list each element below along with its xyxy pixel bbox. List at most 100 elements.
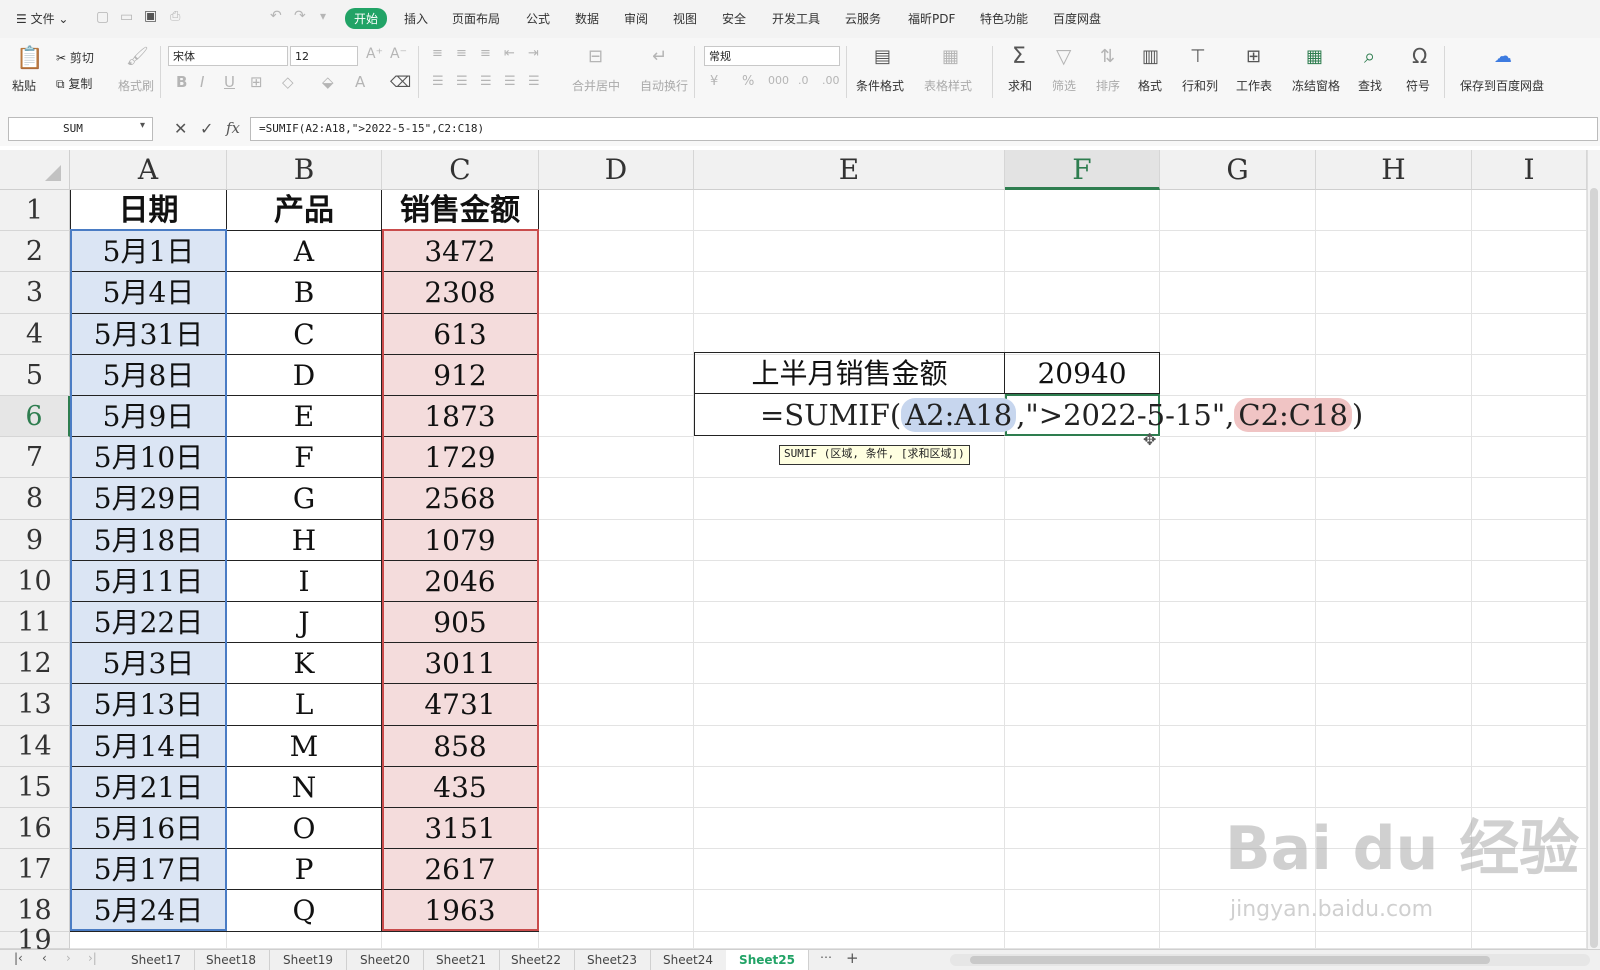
- tab-security[interactable]: 安全: [722, 10, 746, 27]
- worksheet-icon[interactable]: ⊞: [1246, 46, 1261, 67]
- empty-cell[interactable]: [382, 932, 539, 949]
- empty-cell[interactable]: [539, 520, 694, 561]
- row-header-12[interactable]: 12: [0, 643, 70, 684]
- empty-cell[interactable]: [694, 520, 1005, 561]
- data-cell[interactable]: 5月4日: [70, 272, 227, 314]
- sheet-tab-sheet24[interactable]: Sheet24: [650, 950, 727, 970]
- last-sheet-icon[interactable]: ›|: [88, 951, 97, 965]
- data-cell[interactable]: 5月31日: [70, 314, 227, 355]
- indent-increase-icon[interactable]: ⇥: [528, 46, 539, 61]
- file-menu[interactable]: ☰ 文件 ⌄: [16, 10, 68, 27]
- empty-cell[interactable]: [1005, 478, 1160, 520]
- col-header-c[interactable]: C: [382, 150, 539, 190]
- empty-cell[interactable]: [70, 932, 227, 949]
- row-col-icon[interactable]: ⊤: [1190, 46, 1206, 67]
- data-cell[interactable]: H: [227, 520, 382, 561]
- data-cell[interactable]: P: [227, 849, 382, 890]
- empty-cell[interactable]: [539, 643, 694, 684]
- row-header-14[interactable]: 14: [0, 726, 70, 767]
- paste-button[interactable]: 粘贴: [12, 77, 36, 94]
- number-format-select[interactable]: 常规: [704, 46, 840, 66]
- tab-formulas[interactable]: 公式: [526, 10, 550, 27]
- empty-cell[interactable]: [694, 231, 1005, 272]
- open-icon[interactable]: ▭: [120, 9, 133, 25]
- eraser-icon[interactable]: ⌫: [390, 73, 411, 91]
- tab-baidu-disk[interactable]: 百度网盘: [1053, 10, 1101, 27]
- empty-cell[interactable]: [1316, 272, 1472, 314]
- sort-button[interactable]: 排序: [1096, 77, 1120, 94]
- empty-cell[interactable]: [539, 396, 694, 437]
- empty-cell[interactable]: [539, 478, 694, 520]
- data-cell[interactable]: 5月3日: [70, 643, 227, 684]
- empty-cell[interactable]: [539, 808, 694, 849]
- row-header-4[interactable]: 4: [0, 314, 70, 355]
- empty-cell[interactable]: [1472, 355, 1587, 396]
- name-box-dropdown-icon[interactable]: ▾: [140, 120, 145, 131]
- empty-cell[interactable]: [539, 602, 694, 643]
- empty-cell[interactable]: [694, 684, 1005, 726]
- align-middle-icon[interactable]: ≡: [456, 46, 467, 61]
- sheet-tab-sheet22[interactable]: Sheet22: [498, 950, 575, 970]
- empty-cell[interactable]: [1316, 561, 1472, 602]
- empty-cell[interactable]: [539, 190, 694, 231]
- sheet-tab-sheet17[interactable]: Sheet17: [118, 950, 195, 970]
- select-all-corner[interactable]: [0, 150, 70, 190]
- empty-cell[interactable]: [1316, 684, 1472, 726]
- row-header-13[interactable]: 13: [0, 684, 70, 726]
- sheet-tab-sheet20[interactable]: Sheet20: [347, 950, 424, 970]
- copy-button[interactable]: ⧉ 复制: [56, 75, 92, 92]
- data-cell[interactable]: 5月14日: [70, 726, 227, 767]
- data-cell[interactable]: 2617: [382, 849, 539, 890]
- empty-cell[interactable]: [539, 561, 694, 602]
- empty-cell[interactable]: [1005, 520, 1160, 561]
- data-cell[interactable]: 912: [382, 355, 539, 396]
- empty-cell[interactable]: [539, 890, 694, 932]
- sheet-tab-sheet23[interactable]: Sheet23: [574, 950, 651, 970]
- row-header-17[interactable]: 17: [0, 849, 70, 890]
- freeze-panes-button[interactable]: 冻结窗格: [1292, 77, 1340, 94]
- data-cell[interactable]: J: [227, 602, 382, 643]
- format-painter-button[interactable]: 格式刷: [118, 77, 154, 94]
- underline-icon[interactable]: U: [224, 73, 235, 91]
- sheet-tab-sheet21[interactable]: Sheet21: [423, 950, 500, 970]
- empty-cell[interactable]: [1316, 602, 1472, 643]
- empty-cell[interactable]: [1005, 808, 1160, 849]
- baidu-cloud-icon[interactable]: ☁: [1494, 46, 1512, 67]
- empty-cell[interactable]: [1472, 932, 1587, 949]
- format-icon[interactable]: ▥: [1142, 46, 1159, 67]
- data-cell[interactable]: 1079: [382, 520, 539, 561]
- distributed-icon[interactable]: ☰: [528, 74, 540, 89]
- empty-cell[interactable]: [694, 808, 1005, 849]
- col-header-a[interactable]: A: [70, 150, 227, 190]
- bucket-icon[interactable]: ⬙: [322, 73, 334, 91]
- data-cell[interactable]: 905: [382, 602, 539, 643]
- data-cell[interactable]: 1873: [382, 396, 539, 437]
- empty-cell[interactable]: [1472, 437, 1587, 478]
- data-cell[interactable]: 1729: [382, 437, 539, 478]
- data-cell[interactable]: 3011: [382, 643, 539, 684]
- increase-decimal-icon[interactable]: .0: [798, 74, 809, 87]
- next-sheet-icon[interactable]: ›: [66, 951, 71, 965]
- empty-cell[interactable]: [539, 355, 694, 396]
- header-cell[interactable]: 产品: [227, 190, 382, 231]
- save-icon[interactable]: ▣: [144, 8, 157, 24]
- new-icon[interactable]: ▢: [96, 9, 109, 25]
- empty-cell[interactable]: [1160, 355, 1316, 396]
- empty-cell[interactable]: [694, 272, 1005, 314]
- empty-cell[interactable]: [694, 478, 1005, 520]
- save-to-baidu-button[interactable]: 保存到百度网盘: [1460, 77, 1544, 94]
- fx-icon[interactable]: fx: [226, 119, 240, 137]
- name-box[interactable]: SUM: [8, 117, 153, 141]
- cut-button[interactable]: ✂ 剪切: [56, 49, 94, 66]
- justify-icon[interactable]: ☰: [504, 74, 516, 89]
- redo-icon[interactable]: ↷: [294, 8, 306, 24]
- data-cell[interactable]: E: [227, 396, 382, 437]
- data-cell[interactable]: O: [227, 808, 382, 849]
- empty-cell[interactable]: [539, 314, 694, 355]
- find-button[interactable]: 查找: [1358, 77, 1382, 94]
- empty-cell[interactable]: [694, 767, 1005, 808]
- fill-color-icon[interactable]: ◇: [282, 73, 294, 91]
- worksheet-button[interactable]: 工作表: [1236, 77, 1272, 94]
- data-cell[interactable]: 3472: [382, 231, 539, 272]
- empty-cell[interactable]: [1316, 355, 1472, 396]
